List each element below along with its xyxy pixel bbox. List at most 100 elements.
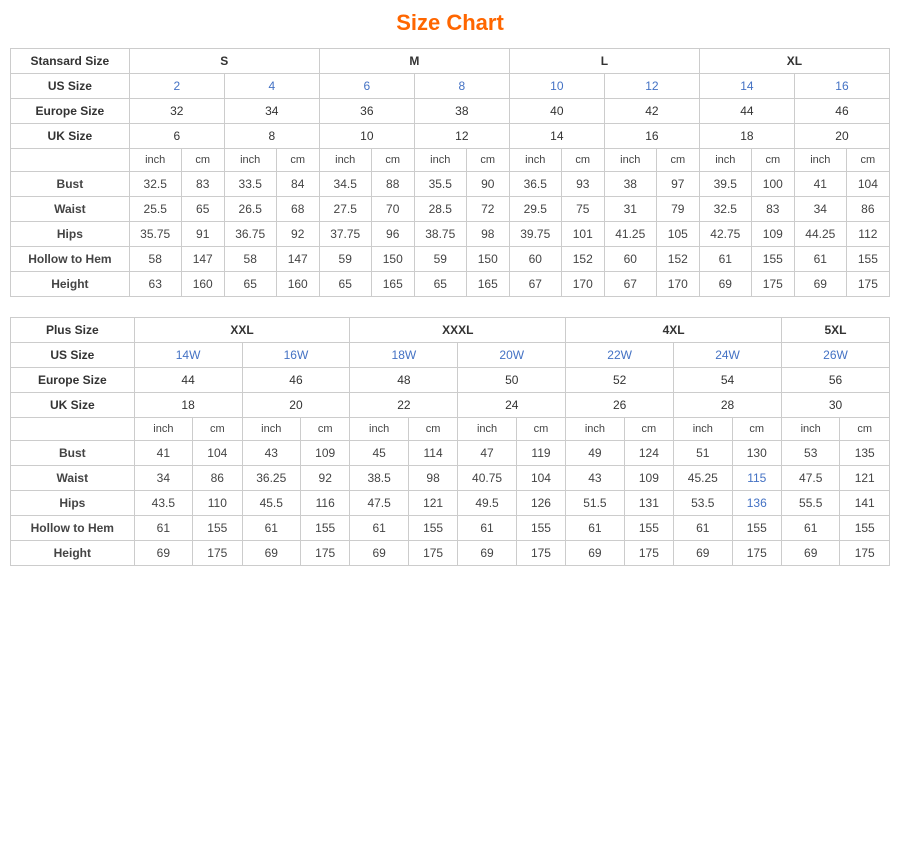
plus-us-26w: 26W bbox=[781, 343, 889, 368]
std-height-8: 67 bbox=[509, 272, 561, 297]
us-size-16: 16 bbox=[794, 74, 889, 99]
plus-unit-inch-6: inch bbox=[674, 418, 732, 441]
std-unit-cm-8: cm bbox=[846, 149, 889, 172]
plus-height-9: 175 bbox=[624, 541, 673, 566]
us-size-10: 10 bbox=[509, 74, 604, 99]
std-bust-3: 84 bbox=[276, 172, 319, 197]
std-unit-cm-6: cm bbox=[656, 149, 699, 172]
std-hollow-9: 152 bbox=[561, 247, 604, 272]
xl-group: XL bbox=[699, 49, 889, 74]
std-hips-13: 109 bbox=[751, 222, 794, 247]
plus-unit-inch-5: inch bbox=[566, 418, 624, 441]
std-hollow-15: 155 bbox=[846, 247, 889, 272]
plus-hollow-6: 61 bbox=[458, 516, 516, 541]
m-group: M bbox=[319, 49, 509, 74]
plus-waist-3: 92 bbox=[300, 466, 349, 491]
plus-height-6: 69 bbox=[458, 541, 516, 566]
us-size-6: 6 bbox=[319, 74, 414, 99]
std-hollow-7: 150 bbox=[466, 247, 509, 272]
std-hollow-0: 58 bbox=[129, 247, 181, 272]
plus-hollow-4: 61 bbox=[350, 516, 408, 541]
plus-bust-12: 53 bbox=[781, 441, 839, 466]
plus-uk-26: 26 bbox=[566, 393, 674, 418]
plus-europe-label: Europe Size bbox=[11, 368, 135, 393]
std-hips-12: 42.75 bbox=[699, 222, 751, 247]
plus-bust-2: 43 bbox=[242, 441, 300, 466]
std-bust-13: 100 bbox=[751, 172, 794, 197]
plus-bust-7: 119 bbox=[516, 441, 565, 466]
us-size-4: 4 bbox=[224, 74, 319, 99]
std-hollow-3: 147 bbox=[276, 247, 319, 272]
std-unit-inch-3: inch bbox=[319, 149, 371, 172]
plus-hollow-2: 61 bbox=[242, 516, 300, 541]
4xl-group: 4XL bbox=[566, 318, 782, 343]
uk-14: 14 bbox=[509, 124, 604, 149]
plus-height-3: 175 bbox=[300, 541, 349, 566]
plus-uk-18: 18 bbox=[134, 393, 242, 418]
std-height-13: 175 bbox=[751, 272, 794, 297]
std-unit-inch-5: inch bbox=[509, 149, 561, 172]
std-hollow-13: 155 bbox=[751, 247, 794, 272]
std-waist-6: 28.5 bbox=[414, 197, 466, 222]
std-hips-3: 92 bbox=[276, 222, 319, 247]
std-waist-label: Waist bbox=[11, 197, 130, 222]
eu-34: 34 bbox=[224, 99, 319, 124]
std-bust-0: 32.5 bbox=[129, 172, 181, 197]
plus-bust-9: 124 bbox=[624, 441, 673, 466]
standard-size-label: Stansard Size bbox=[11, 49, 130, 74]
std-hollow-1: 147 bbox=[181, 247, 224, 272]
std-hips-4: 37.75 bbox=[319, 222, 371, 247]
plus-hips-5: 121 bbox=[408, 491, 457, 516]
std-hips-15: 112 bbox=[846, 222, 889, 247]
std-unit-inch-2: inch bbox=[224, 149, 276, 172]
std-height-14: 69 bbox=[794, 272, 846, 297]
std-waist-11: 79 bbox=[656, 197, 699, 222]
plus-unit-cm-2: cm bbox=[300, 418, 349, 441]
plus-hips-4: 47.5 bbox=[350, 491, 408, 516]
plus-eu-56: 56 bbox=[781, 368, 889, 393]
std-waist-10: 31 bbox=[604, 197, 656, 222]
std-hips-6: 38.75 bbox=[414, 222, 466, 247]
plus-hips-13: 141 bbox=[840, 491, 890, 516]
std-hips-label: Hips bbox=[11, 222, 130, 247]
std-bust-7: 90 bbox=[466, 172, 509, 197]
std-unit-cm-1: cm bbox=[181, 149, 224, 172]
plus-us-size-label: US Size bbox=[11, 343, 135, 368]
std-hollow-14: 61 bbox=[794, 247, 846, 272]
plus-hollow-13: 155 bbox=[840, 516, 890, 541]
plus-hips-1: 110 bbox=[193, 491, 242, 516]
eu-40: 40 bbox=[509, 99, 604, 124]
std-height-12: 69 bbox=[699, 272, 751, 297]
plus-us-14w: 14W bbox=[134, 343, 242, 368]
std-waist-12: 32.5 bbox=[699, 197, 751, 222]
std-bust-14: 41 bbox=[794, 172, 846, 197]
std-bust-12: 39.5 bbox=[699, 172, 751, 197]
plus-height-label: Height bbox=[11, 541, 135, 566]
std-waist-13: 83 bbox=[751, 197, 794, 222]
plus-height-0: 69 bbox=[134, 541, 192, 566]
plus-height-12: 69 bbox=[781, 541, 839, 566]
std-hips-11: 105 bbox=[656, 222, 699, 247]
plus-waist-11: 115 bbox=[732, 466, 781, 491]
plus-waist-6: 40.75 bbox=[458, 466, 516, 491]
plus-hips-2: 45.5 bbox=[242, 491, 300, 516]
plus-unit-cm-3: cm bbox=[408, 418, 457, 441]
std-hips-2: 36.75 bbox=[224, 222, 276, 247]
plus-bust-5: 114 bbox=[408, 441, 457, 466]
plus-bust-label: Bust bbox=[11, 441, 135, 466]
std-waist-7: 72 bbox=[466, 197, 509, 222]
std-waist-14: 34 bbox=[794, 197, 846, 222]
plus-unit-cm-5: cm bbox=[624, 418, 673, 441]
std-height-5: 165 bbox=[371, 272, 414, 297]
std-bust-11: 97 bbox=[656, 172, 699, 197]
std-bust-1: 83 bbox=[181, 172, 224, 197]
standard-table: Stansard Size S M L XL US Size 2 4 6 8 1… bbox=[10, 48, 890, 297]
plus-waist-7: 104 bbox=[516, 466, 565, 491]
plus-hollow-3: 155 bbox=[300, 516, 349, 541]
std-waist-9: 75 bbox=[561, 197, 604, 222]
page-title: Size Chart bbox=[10, 10, 890, 36]
plus-eu-52: 52 bbox=[566, 368, 674, 393]
plus-unit-inch-1: inch bbox=[134, 418, 192, 441]
plus-waist-label: Waist bbox=[11, 466, 135, 491]
std-bust-9: 93 bbox=[561, 172, 604, 197]
